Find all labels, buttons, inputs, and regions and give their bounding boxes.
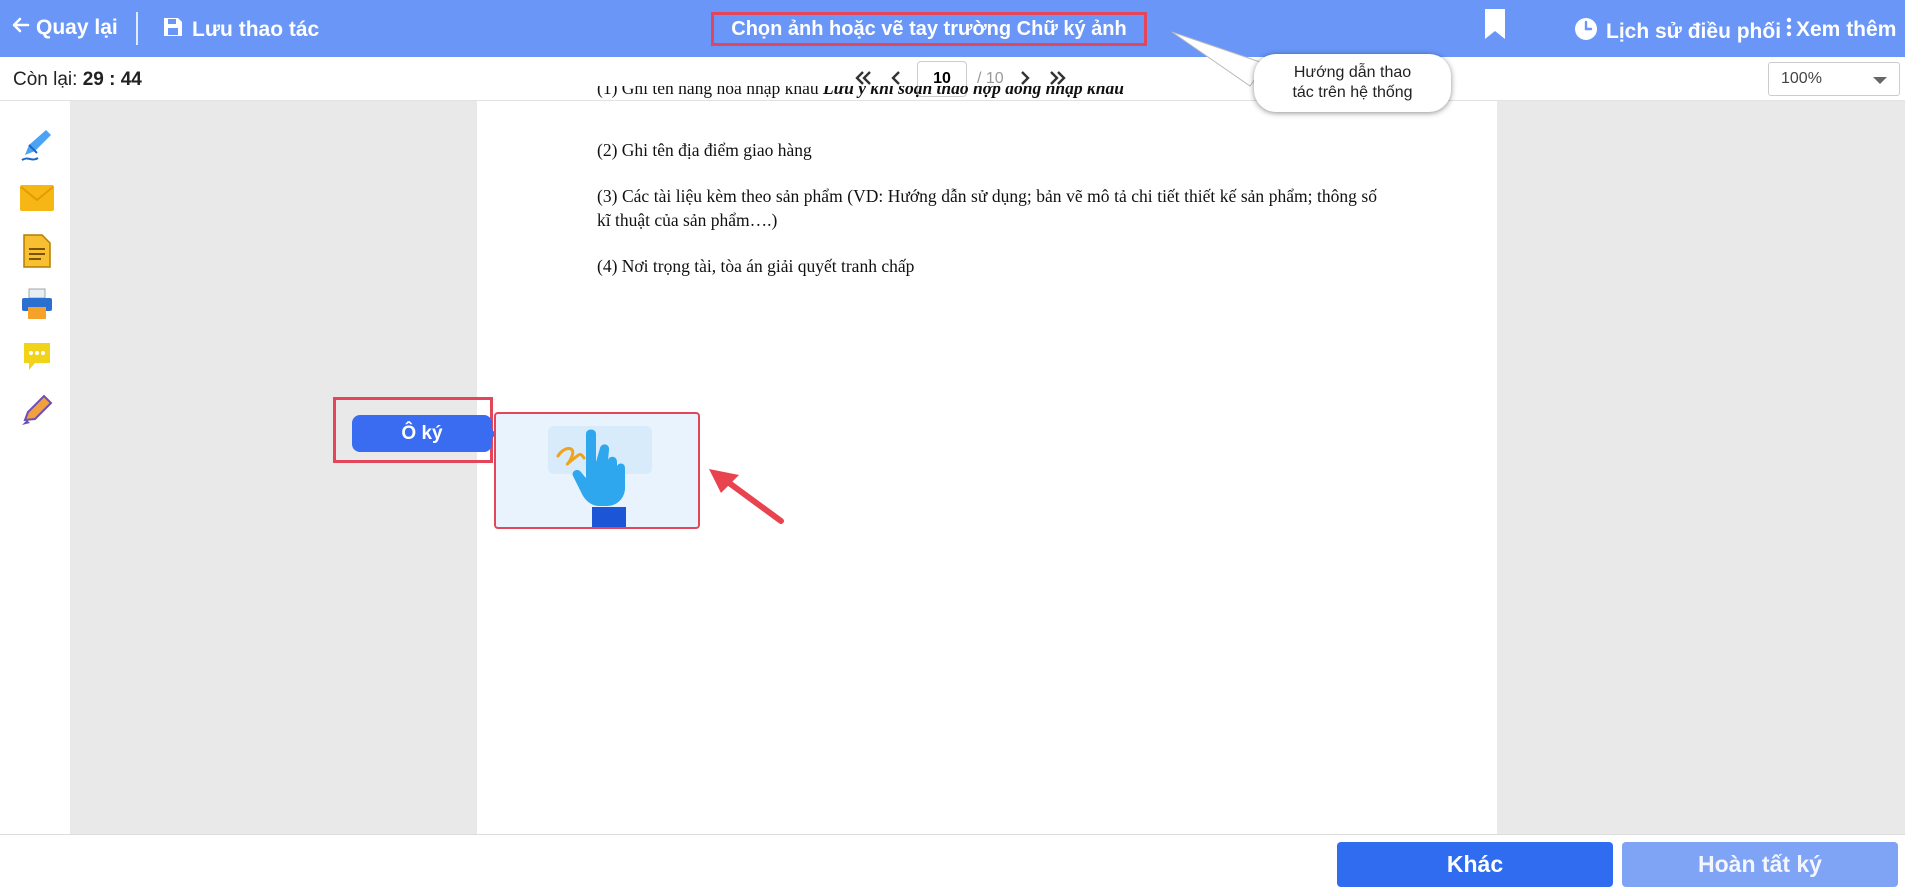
doc-line-2: (2) Ghi tên địa điểm giao hàng — [597, 140, 812, 160]
pointer-arrow-icon — [705, 465, 787, 532]
cut-off-line: (1) Ghi tên hàng hóa nhập khẩu Lưu ý khi… — [597, 86, 1124, 100]
page-title: Chọn ảnh hoặc vẽ tay trường Chữ ký ảnh — [711, 12, 1147, 46]
remaining-label: Còn lại: — [13, 69, 78, 90]
back-label: Quay lại — [36, 16, 118, 39]
doc-line-3: (3) Các tài liệu kèm theo sản phẩm (VD: … — [597, 186, 1377, 230]
document-icon[interactable] — [17, 231, 57, 271]
document-text: (1) Ghi tên hàng hóa nhập khẩu Lưu ý khi… — [597, 86, 1377, 300]
zoom-value: 100% — [1781, 70, 1822, 87]
sign-field-label[interactable]: Ô ký — [352, 415, 492, 452]
more-button[interactable]: Xem thêm — [1786, 17, 1896, 43]
printer-icon[interactable] — [17, 284, 57, 324]
doc-line-4: (4) Nơi trọng tài, tòa án giải quyết tra… — [597, 256, 915, 276]
toolbar-divider — [136, 12, 138, 45]
signature-pen-icon[interactable] — [17, 125, 57, 165]
hand-tap-signature-icon — [548, 426, 652, 527]
kebab-menu-icon — [1786, 17, 1792, 43]
history-label: Lịch sử điều phối — [1606, 20, 1782, 43]
zoom-select[interactable]: 100% — [1768, 62, 1900, 96]
arrow-left-icon — [12, 16, 30, 40]
save-actions-button[interactable]: Lưu thao tác — [162, 16, 319, 44]
footer-bar: Khác Hoàn tất ký — [0, 834, 1905, 894]
callout-line-2: tác trên hệ thống — [1292, 84, 1413, 101]
signature-field[interactable] — [494, 412, 700, 529]
comment-icon[interactable] — [17, 337, 57, 377]
more-label: Xem thêm — [1796, 18, 1897, 41]
clock-icon — [1574, 17, 1598, 47]
floppy-disk-icon — [162, 16, 184, 44]
finish-signing-button[interactable]: Hoàn tất ký — [1622, 842, 1898, 887]
other-button[interactable]: Khác — [1337, 842, 1613, 887]
left-toolbar — [0, 101, 70, 834]
remaining-time: Còn lại: 29 : 44 — [13, 69, 142, 91]
envelope-icon[interactable] — [17, 178, 57, 218]
cut-line-prefix: (1) Ghi tên hàng hóa nhập khẩu — [597, 86, 819, 98]
save-label: Lưu thao tác — [192, 18, 320, 41]
marker-icon[interactable] — [17, 390, 57, 430]
remaining-value: 29 : 44 — [82, 69, 142, 90]
callout-line-1: Hướng dẫn thao — [1293, 64, 1412, 81]
bookmark-icon[interactable] — [1484, 8, 1506, 45]
help-callout: Hướng dẫn thao tác trên hệ thống — [1254, 54, 1451, 112]
back-button[interactable]: Quay lại — [12, 16, 118, 40]
top-toolbar: Quay lại Lưu thao tác Chọn ảnh hoặc vẽ t… — [0, 0, 1905, 57]
cut-line-emphasis: Lưu ý khi soạn thảo hợp đồng nhập khẩu — [822, 86, 1124, 98]
history-button[interactable]: Lịch sử điều phối — [1574, 17, 1781, 47]
chevron-down-icon — [1873, 77, 1887, 84]
